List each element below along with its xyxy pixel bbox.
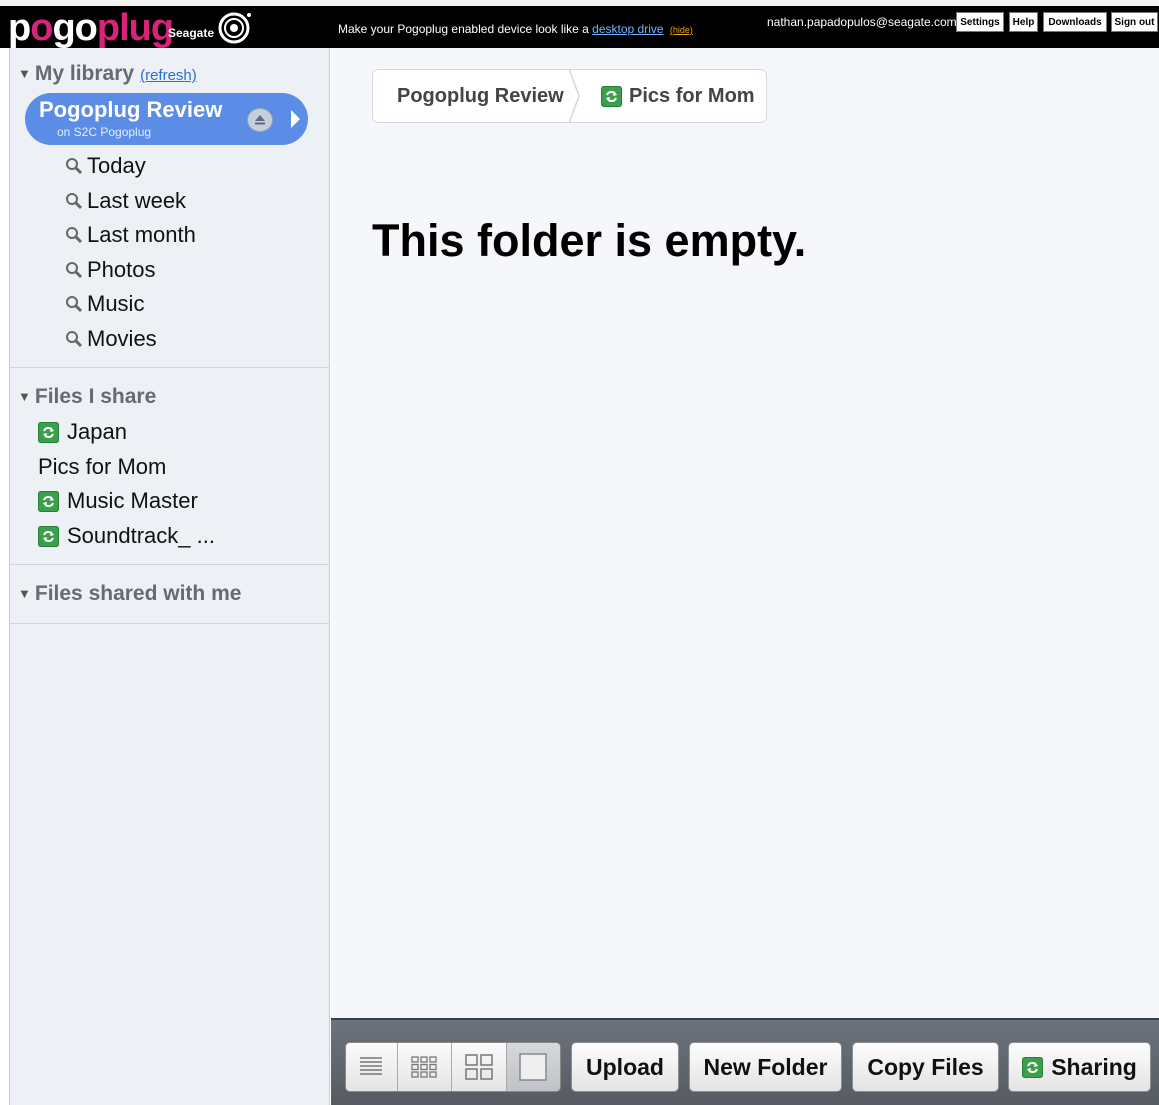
share-icon bbox=[38, 421, 59, 443]
search-photos[interactable]: Photos bbox=[65, 257, 156, 283]
sharing-label: Sharing bbox=[1051, 1053, 1137, 1080]
search-today[interactable]: Today bbox=[65, 153, 146, 179]
main-content: Pogoplug Review Pics for Mom This folder… bbox=[331, 48, 1159, 1018]
pogoplug-logo[interactable]: pogoplug bbox=[8, 7, 174, 49]
large-grid-view-icon[interactable] bbox=[452, 1043, 507, 1091]
downloads-button[interactable]: Downloads bbox=[1043, 12, 1107, 32]
small-grid-view-icon[interactable] bbox=[397, 1043, 453, 1091]
bottom-toolbar: Upload New Folder Copy Files Sharing bbox=[331, 1018, 1159, 1105]
magnifier-icon bbox=[66, 227, 83, 244]
folder-label: Japan bbox=[67, 419, 127, 444]
folder-label: Soundtrack_ ... bbox=[67, 523, 215, 548]
hide-promo-link[interactable]: (hide) bbox=[670, 25, 693, 35]
share-icon bbox=[38, 490, 59, 512]
search-label: Photos bbox=[87, 257, 156, 282]
logo-part: go bbox=[52, 7, 97, 49]
breadcrumb-label: Pics for Mom bbox=[629, 84, 755, 107]
my-library-title: My library bbox=[34, 62, 135, 85]
search-movies[interactable]: Movies bbox=[65, 326, 157, 352]
upload-button[interactable]: Upload bbox=[571, 1042, 679, 1092]
desktop-drive-link[interactable]: desktop drive bbox=[592, 22, 663, 36]
divider bbox=[10, 564, 329, 565]
device-name: Pogoplug Review bbox=[39, 97, 223, 122]
shared-folder-pics-for-mom[interactable]: Pics for Mom bbox=[38, 454, 166, 480]
search-music[interactable]: Music bbox=[65, 291, 144, 317]
files-i-share-title: Files I share bbox=[34, 385, 157, 408]
logo-part: plug bbox=[96, 7, 174, 49]
refresh-link[interactable]: (refresh) bbox=[140, 67, 197, 84]
share-icon bbox=[1022, 1056, 1044, 1078]
list-view-icon[interactable] bbox=[346, 1043, 398, 1091]
search-last-month[interactable]: Last month bbox=[65, 222, 196, 248]
breadcrumb: Pogoplug Review Pics for Mom bbox=[372, 69, 767, 123]
search-label: Music bbox=[87, 291, 145, 316]
shared-folder-soundtrack[interactable]: Soundtrack_ ... bbox=[38, 523, 215, 549]
view-mode-switcher bbox=[345, 1042, 561, 1092]
breadcrumb-pogoplug-review[interactable]: Pogoplug Review bbox=[372, 69, 580, 123]
expand-arrow-icon[interactable] bbox=[291, 110, 300, 128]
magnifier-icon bbox=[66, 296, 83, 313]
breadcrumb-separator-icon bbox=[569, 69, 580, 123]
copy-files-button[interactable]: Copy Files bbox=[852, 1042, 999, 1092]
search-label: Last month bbox=[87, 222, 196, 247]
pogoplug-app: pogoplug Seagate Make your Pogoplug enab… bbox=[0, 0, 1159, 1105]
logo-part: p bbox=[8, 7, 31, 49]
magnifier-icon bbox=[66, 193, 83, 210]
shared-folder-music-master[interactable]: Music Master bbox=[38, 488, 198, 514]
shared-folder-japan[interactable]: Japan bbox=[38, 419, 127, 445]
folder-label: Pics for Mom bbox=[38, 454, 167, 479]
device-subtitle: on S2C Pogoplug bbox=[57, 125, 152, 139]
promo-text: Make your Pogoplug enabled device look l… bbox=[338, 22, 589, 36]
settings-button[interactable]: Settings bbox=[956, 12, 1004, 32]
my-library-header[interactable]: ▼ My library (refresh) bbox=[18, 62, 197, 86]
collapse-triangle-icon[interactable]: ▼ bbox=[18, 389, 31, 404]
empty-folder-message: This folder is empty. bbox=[372, 215, 807, 266]
sidebar: ▼ My library (refresh) Pogoplug Review on … bbox=[9, 48, 330, 1105]
desktop-drive-promo: Make your Pogoplug enabled device look l… bbox=[338, 22, 693, 36]
search-label: Last week bbox=[87, 188, 187, 213]
share-icon bbox=[38, 525, 59, 547]
breadcrumb-pics-for-mom[interactable]: Pics for Mom bbox=[577, 69, 767, 123]
logo-part: o bbox=[30, 7, 53, 49]
files-i-share-header[interactable]: ▼ Files I share bbox=[18, 385, 156, 409]
collapse-triangle-icon[interactable]: ▼ bbox=[18, 66, 31, 81]
magnifier-icon bbox=[66, 158, 83, 175]
device-pogoplug-review[interactable]: Pogoplug Review on S2C Pogoplug bbox=[25, 93, 308, 145]
divider bbox=[10, 367, 329, 368]
seagate-brand: Seagate bbox=[168, 10, 254, 44]
sharing-button[interactable]: Sharing bbox=[1008, 1042, 1151, 1092]
seagate-swirl-icon bbox=[218, 12, 252, 44]
account-email: nathan.papadopulos@seagate.com bbox=[767, 15, 957, 29]
folder-label: Music Master bbox=[67, 488, 198, 513]
files-shared-with-me-title: Files shared with me bbox=[34, 582, 242, 605]
search-label: Movies bbox=[87, 326, 157, 351]
magnifier-icon bbox=[66, 331, 83, 348]
help-button[interactable]: Help bbox=[1009, 12, 1038, 32]
eject-icon[interactable] bbox=[247, 108, 273, 132]
new-folder-button[interactable]: New Folder bbox=[689, 1042, 842, 1092]
breadcrumb-label: Pogoplug Review bbox=[397, 84, 564, 107]
magnifier-icon bbox=[66, 262, 83, 279]
seagate-label: Seagate bbox=[168, 26, 215, 40]
top-bar: pogoplug Seagate Make your Pogoplug enab… bbox=[0, 0, 1159, 48]
divider bbox=[10, 623, 329, 624]
search-label: Today bbox=[87, 153, 146, 178]
sign-out-button[interactable]: Sign out bbox=[1111, 12, 1158, 32]
share-icon bbox=[601, 85, 622, 107]
search-last-week[interactable]: Last week bbox=[65, 188, 186, 214]
single-view-icon[interactable] bbox=[506, 1043, 560, 1091]
collapse-triangle-icon[interactable]: ▼ bbox=[18, 586, 31, 601]
files-shared-with-me-header[interactable]: ▼ Files shared with me bbox=[18, 582, 241, 606]
